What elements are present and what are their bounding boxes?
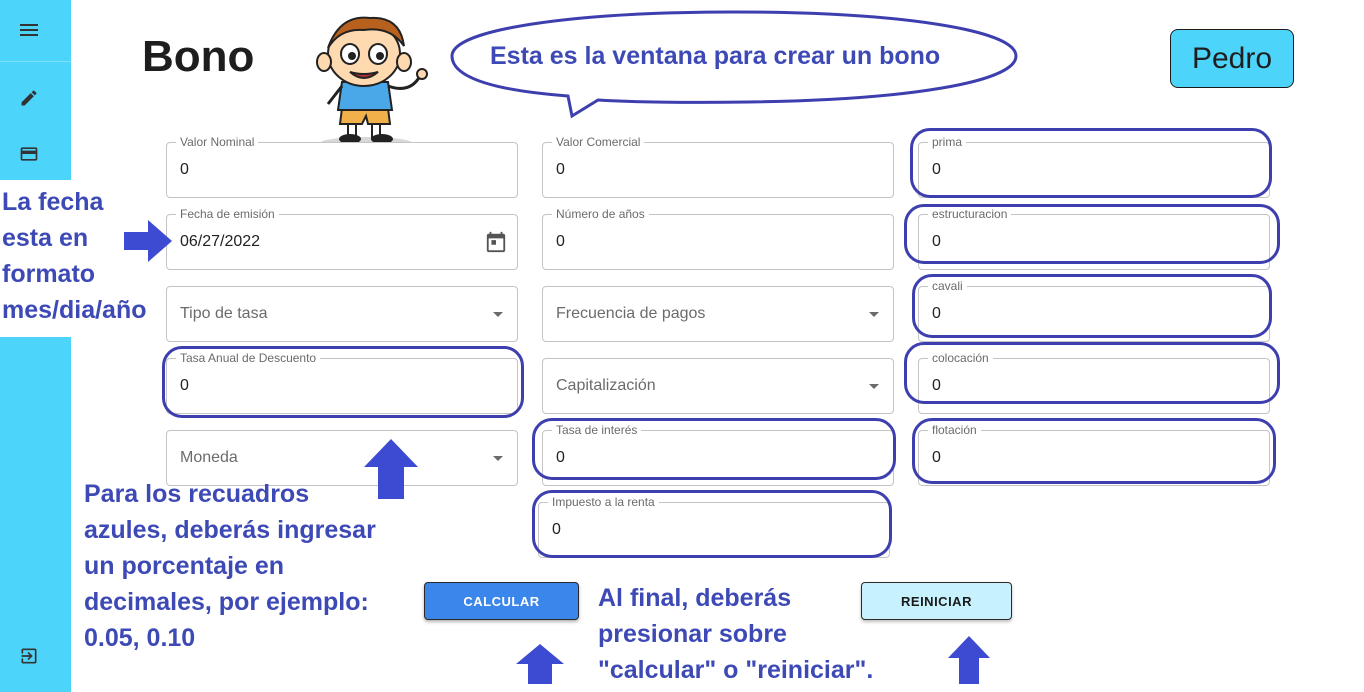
capitalizacion-placeholder: Capitalización: [556, 377, 656, 394]
final-note: Al final, deberás presionar sobre "calcu…: [598, 580, 918, 688]
arrow-right-icon: [124, 220, 172, 262]
estructuracion-label: estructuracion: [928, 207, 1012, 221]
estructuracion-value: 0: [932, 233, 941, 250]
arrow-up-icon: [516, 644, 564, 684]
calcular-button[interactable]: CALCULAR: [424, 582, 579, 620]
sidebar: [0, 0, 71, 692]
note-line: "calcular" o "reiniciar".: [598, 656, 874, 684]
valor-nominal-value: 0: [180, 161, 189, 178]
pencil-icon[interactable]: [0, 69, 57, 126]
valor-comercial-value: 0: [556, 161, 565, 178]
tasa-interes-field[interactable]: Tasa de interés 0: [542, 423, 894, 486]
flotacion-field[interactable]: flotación 0: [918, 423, 1270, 486]
note-line: La fecha: [2, 188, 104, 216]
fecha-emision-value: 06/27/2022: [180, 233, 261, 250]
impuesto-renta-field[interactable]: Impuesto a la renta 0: [538, 495, 890, 558]
arrow-up-icon: [948, 636, 990, 684]
moneda-placeholder: Moneda: [180, 449, 238, 466]
cartoon-boy-illustration: [316, 16, 428, 149]
cavali-label: cavali: [928, 279, 967, 293]
cavali-field[interactable]: cavali 0: [918, 279, 1270, 342]
capitalizacion-select[interactable]: Capitalización: [542, 358, 894, 414]
numero-anios-field[interactable]: Número de años 0: [542, 207, 894, 270]
colocacion-label: colocación: [928, 351, 993, 365]
tipo-tasa-select[interactable]: Tipo de tasa: [166, 286, 518, 342]
cavali-value: 0: [932, 305, 941, 322]
logout-icon[interactable]: [0, 627, 57, 684]
note-line: presionar sobre: [598, 620, 787, 648]
tasa-interes-label: Tasa de interés: [552, 423, 642, 437]
tasa-descuento-field[interactable]: Tasa Anual de Descuento 0: [166, 351, 518, 414]
prima-label: prima: [928, 135, 967, 149]
page-title: Bono: [142, 32, 255, 81]
note-line: decimales, por ejemplo:: [84, 588, 369, 616]
frecuencia-pagos-placeholder: Frecuencia de pagos: [556, 305, 706, 322]
fecha-emision-label: Fecha de emisión: [176, 207, 279, 221]
valor-nominal-label: Valor Nominal: [176, 135, 259, 149]
bond-page: Bono Pedro Esta es la ventana para crear: [0, 0, 1364, 692]
note-line: mes/dia/año: [2, 296, 147, 324]
user-button[interactable]: Pedro: [1170, 29, 1294, 88]
tasa-descuento-value: 0: [180, 377, 189, 394]
tasa-interes-value: 0: [556, 449, 565, 466]
numero-anios-label: Número de años: [552, 207, 649, 221]
valor-comercial-label: Valor Comercial: [552, 135, 645, 149]
arrow-up-icon: [364, 439, 418, 499]
valor-nominal-field[interactable]: Valor Nominal 0: [166, 135, 518, 198]
fecha-emision-field[interactable]: Fecha de emisión 06/27/2022: [166, 207, 518, 270]
tipo-tasa-placeholder: Tipo de tasa: [180, 305, 268, 322]
calendar-icon[interactable]: [485, 231, 507, 258]
note-line: azules, deberás ingresar: [84, 516, 376, 544]
dropdown-arrow-icon: [493, 312, 503, 317]
dropdown-arrow-icon: [869, 384, 879, 389]
note-line: Al final, deberás: [598, 584, 792, 612]
flotacion-value: 0: [932, 449, 941, 466]
prima-field[interactable]: prima 0: [918, 135, 1270, 198]
menu-icon[interactable]: [0, 1, 57, 58]
prima-value: 0: [932, 161, 941, 178]
note-line: 0.05, 0.10: [84, 624, 196, 652]
impuesto-renta-value: 0: [552, 521, 561, 538]
estructuracion-field[interactable]: estructuracion 0: [918, 207, 1270, 270]
tasa-descuento-label: Tasa Anual de Descuento: [176, 351, 321, 365]
colocacion-value: 0: [932, 377, 941, 394]
colocacion-field[interactable]: colocación 0: [918, 351, 1270, 414]
credit-card-icon[interactable]: [0, 125, 57, 182]
numero-anios-value: 0: [556, 233, 565, 250]
impuesto-renta-label: Impuesto a la renta: [548, 495, 659, 509]
sidebar-divider: [0, 61, 71, 62]
flotacion-label: flotación: [928, 423, 981, 437]
dropdown-arrow-icon: [493, 456, 503, 461]
note-line: un porcentaje en: [84, 552, 285, 580]
blue-boxes-note: Para los recuadros azules, deberás ingre…: [84, 476, 424, 656]
dropdown-arrow-icon: [869, 312, 879, 317]
speech-bubble-text: Esta es la ventana para crear un bono: [490, 42, 941, 70]
valor-comercial-field[interactable]: Valor Comercial 0: [542, 135, 894, 198]
frecuencia-pagos-select[interactable]: Frecuencia de pagos: [542, 286, 894, 342]
